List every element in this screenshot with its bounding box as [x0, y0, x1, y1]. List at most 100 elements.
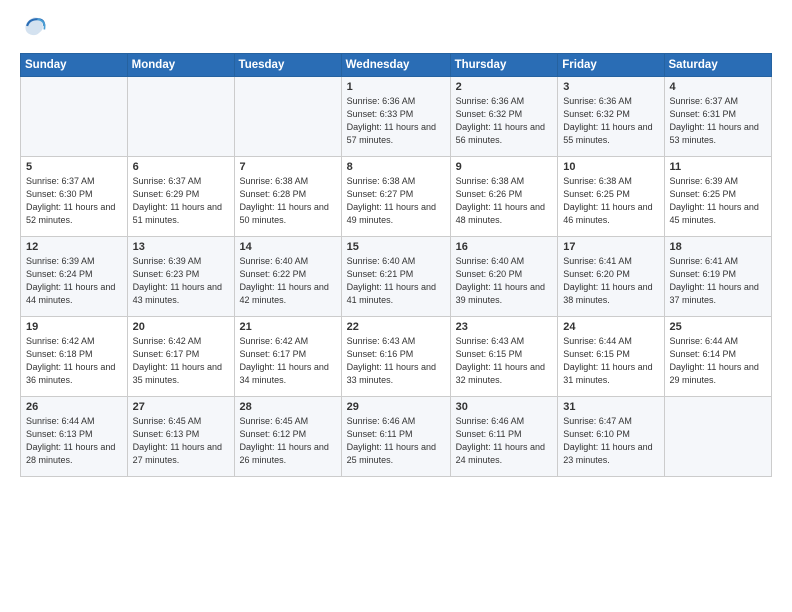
- day-info: Sunrise: 6:40 AMSunset: 6:22 PMDaylight:…: [240, 255, 336, 307]
- day-info: Sunrise: 6:44 AMSunset: 6:15 PMDaylight:…: [563, 335, 658, 387]
- day-info: Sunrise: 6:46 AM Sunset: 6:11 PM Daylight:…: [456, 415, 553, 467]
- sunset-text: Sunset: 6:21 PM: [347, 269, 414, 279]
- day-number: 27: [133, 401, 229, 413]
- sunrise-text: Sunrise: 6:42 AM: [240, 336, 309, 346]
- day-info: Sunrise: 6:42 AMSunset: 6:17 PMDaylight:…: [133, 335, 229, 387]
- day-cell-17: 17Sunrise: 6:41 AMSunset: 6:20 PMDayligh…: [558, 237, 664, 317]
- day-cell-12: 12Sunrise: 6:39 AMSunset: 6:24 PMDayligh…: [21, 237, 128, 317]
- day-info: Sunrise: 6:41 AMSunset: 6:20 PMDaylight:…: [563, 255, 658, 307]
- day-info: Sunrise: 6:37 AMSunset: 6:29 PMDaylight:…: [133, 175, 229, 227]
- day-number: 18: [670, 241, 767, 253]
- day-number: 23: [456, 321, 553, 333]
- day-cell-7: 7 Sunrise: 6:38 AM Sunset: 6:28 PM Daylight…: [234, 157, 341, 237]
- day-number: 28: [240, 401, 336, 413]
- daylight-text: Daylight: 11 hours and 50 minutes.: [240, 202, 329, 225]
- week-row-2: 5Sunrise: 6:37 AMSunset: 6:30 PMDaylight…: [21, 157, 772, 237]
- sunset-text: Sunset: 6:11 PM: [456, 429, 522, 439]
- day-info: Sunrise: 6:40 AMSunset: 6:20 PMDaylight:…: [456, 255, 553, 307]
- sunrise-text: Sunrise: 6:43 AM: [347, 336, 416, 346]
- day-number: 7: [240, 161, 336, 173]
- sunrise-text: Sunrise: 6:39 AM: [133, 256, 202, 266]
- daylight-text: Daylight: 11 hours and 53 minutes.: [670, 122, 759, 145]
- day-info: Sunrise: 6:36 AMSunset: 6:32 PMDaylight:…: [456, 95, 553, 147]
- week-row-1: 1Sunrise: 6:36 AMSunset: 6:33 PMDaylight…: [21, 77, 772, 157]
- day-info: Sunrise: 6:44 AMSunset: 6:14 PMDaylight:…: [670, 335, 767, 387]
- sunrise-text: Sunrise: 6:42 AM: [133, 336, 202, 346]
- day-number: 4: [670, 81, 767, 93]
- empty-cell: [21, 77, 128, 157]
- day-number: 25: [670, 321, 767, 333]
- sunset-text: Sunset: 6:25 PM: [670, 189, 737, 199]
- sunset-text: Sunset: 6:28 PM: [240, 189, 307, 199]
- day-number: 16: [456, 241, 553, 253]
- page: SundayMondayTuesdayWednesdayThursdayFrid…: [0, 0, 792, 612]
- daylight-text: Daylight: 11 hours and 25 minutes.: [347, 442, 436, 465]
- sunrise-text: Sunrise: 6:44 AM: [670, 336, 739, 346]
- sunrise-text: Sunrise: 6:46 AM: [347, 416, 416, 426]
- calendar: SundayMondayTuesdayWednesdayThursdayFrid…: [20, 53, 772, 477]
- day-info: Sunrise: 6:43 AMSunset: 6:16 PMDaylight:…: [347, 335, 445, 387]
- sunrise-text: Sunrise: 6:38 AM: [240, 176, 309, 186]
- day-info: Sunrise: 6:47 AMSunset: 6:10 PMDaylight:…: [563, 415, 658, 467]
- sunset-text: Sunset: 6:20 PM: [456, 269, 523, 279]
- day-info: Sunrise: 6:36 AMSunset: 6:33 PMDaylight:…: [347, 95, 445, 147]
- daylight-text: Daylight: 11 hours and 23 minutes.: [563, 442, 652, 465]
- sunrise-text: Sunrise: 6:37 AM: [670, 96, 739, 106]
- daylight-text: Daylight: 11 hours and 55 minutes.: [563, 122, 652, 145]
- day-cell-3: 3Sunrise: 6:36 AMSunset: 6:32 PMDaylight…: [558, 77, 664, 157]
- day-number: 22: [347, 321, 445, 333]
- day-info: Sunrise: 6:37 AMSunset: 6:30 PMDaylight:…: [26, 175, 122, 227]
- daylight-text: Daylight: 11 hours and 38 minutes.: [563, 282, 652, 305]
- sunrise-text: Sunrise: 6:44 AM: [26, 416, 95, 426]
- sunrise-text: Sunrise: 6:43 AM: [456, 336, 525, 346]
- day-info: Sunrise: 6:39 AMSunset: 6:23 PMDaylight:…: [133, 255, 229, 307]
- sunrise-text: Sunrise: 6:39 AM: [26, 256, 95, 266]
- day-number: 26: [26, 401, 122, 413]
- sunset-text: Sunset: 6:17 PM: [133, 349, 200, 359]
- week-row-4: 19Sunrise: 6:42 AMSunset: 6:18 PMDayligh…: [21, 317, 772, 397]
- day-number: 14: [240, 241, 336, 253]
- col-header-friday: Friday: [558, 54, 664, 77]
- logo-icon: [22, 14, 46, 38]
- sunset-text: Sunset: 6:25 PM: [563, 189, 630, 199]
- sunset-text: Sunset: 6:13 PM: [133, 429, 200, 439]
- sunrise-text: Sunrise: 6:45 AM: [133, 416, 202, 426]
- day-cell-2: 2 Sunrise: 6:36 AMSunset: 6:32 PMDaylight…: [450, 77, 558, 157]
- sunrise-text: Sunrise: 6:46 AM: [456, 416, 525, 426]
- week-row-5: 26 Sunrise: 6:44 AM Sunset: 6:13 PM Dayligh…: [21, 397, 772, 477]
- day-info: Sunrise: 6:38 AM Sunset: 6:28 PM Daylight:…: [240, 175, 336, 227]
- sunset-text: Sunset: 6:17 PM: [240, 349, 307, 359]
- daylight-text: Daylight: 11 hours and 44 minutes.: [26, 282, 115, 305]
- day-cell-14: 14 Sunrise: 6:40 AMSunset: 6:22 PMDayligh…: [234, 237, 341, 317]
- sunset-text: Sunset: 6:33 PM: [347, 109, 414, 119]
- daylight-text: Daylight: 11 hours and 57 minutes.: [347, 122, 436, 145]
- day-cell-29: 29Sunrise: 6:46 AMSunset: 6:11 PMDayligh…: [341, 397, 450, 477]
- day-info: Sunrise: 6:45 AMSunset: 6:12 PMDaylight:…: [240, 415, 336, 467]
- sunset-text: Sunset: 6:19 PM: [670, 269, 737, 279]
- daylight-text: Daylight: 11 hours and 37 minutes.: [670, 282, 759, 305]
- day-cell-9: 9Sunrise: 6:38 AMSunset: 6:26 PMDaylight…: [450, 157, 558, 237]
- day-info: Sunrise: 6:42 AMSunset: 6:18 PMDaylight:…: [26, 335, 122, 387]
- day-cell-16: 16 Sunrise: 6:40 AMSunset: 6:20 PMDayligh…: [450, 237, 558, 317]
- daylight-text: Daylight: 11 hours and 24 minutes.: [456, 442, 545, 465]
- sunset-text: Sunset: 6:31 PM: [670, 109, 737, 119]
- sunset-text: Sunset: 6:27 PM: [347, 189, 414, 199]
- day-cell-13: 13Sunrise: 6:39 AMSunset: 6:23 PMDayligh…: [127, 237, 234, 317]
- day-number: 2: [456, 81, 553, 93]
- daylight-text: Daylight: 11 hours and 26 minutes.: [240, 442, 329, 465]
- daylight-text: Daylight: 11 hours and 27 minutes.: [133, 442, 222, 465]
- sunrise-text: Sunrise: 6:40 AM: [240, 256, 309, 266]
- header: [20, 18, 772, 43]
- day-cell-19: 19Sunrise: 6:42 AMSunset: 6:18 PMDayligh…: [21, 317, 128, 397]
- calendar-header-row: SundayMondayTuesdayWednesdayThursdayFrid…: [21, 54, 772, 77]
- day-number: 24: [563, 321, 658, 333]
- sunrise-text: Sunrise: 6:41 AM: [563, 256, 632, 266]
- sunrise-text: Sunrise: 6:37 AM: [133, 176, 202, 186]
- day-info: Sunrise: 6:46 AMSunset: 6:11 PMDaylight:…: [347, 415, 445, 467]
- day-info: Sunrise: 6:42 AMSunset: 6:17 PMDaylight:…: [240, 335, 336, 387]
- daylight-text: Daylight: 11 hours and 28 minutes.: [26, 442, 115, 465]
- day-cell-25: 25 Sunrise: 6:44 AMSunset: 6:14 PMDayligh…: [664, 317, 772, 397]
- day-info: Sunrise: 6:41 AMSunset: 6:19 PMDaylight:…: [670, 255, 767, 307]
- daylight-text: Daylight: 11 hours and 31 minutes.: [563, 362, 652, 385]
- day-number: 11: [670, 161, 767, 173]
